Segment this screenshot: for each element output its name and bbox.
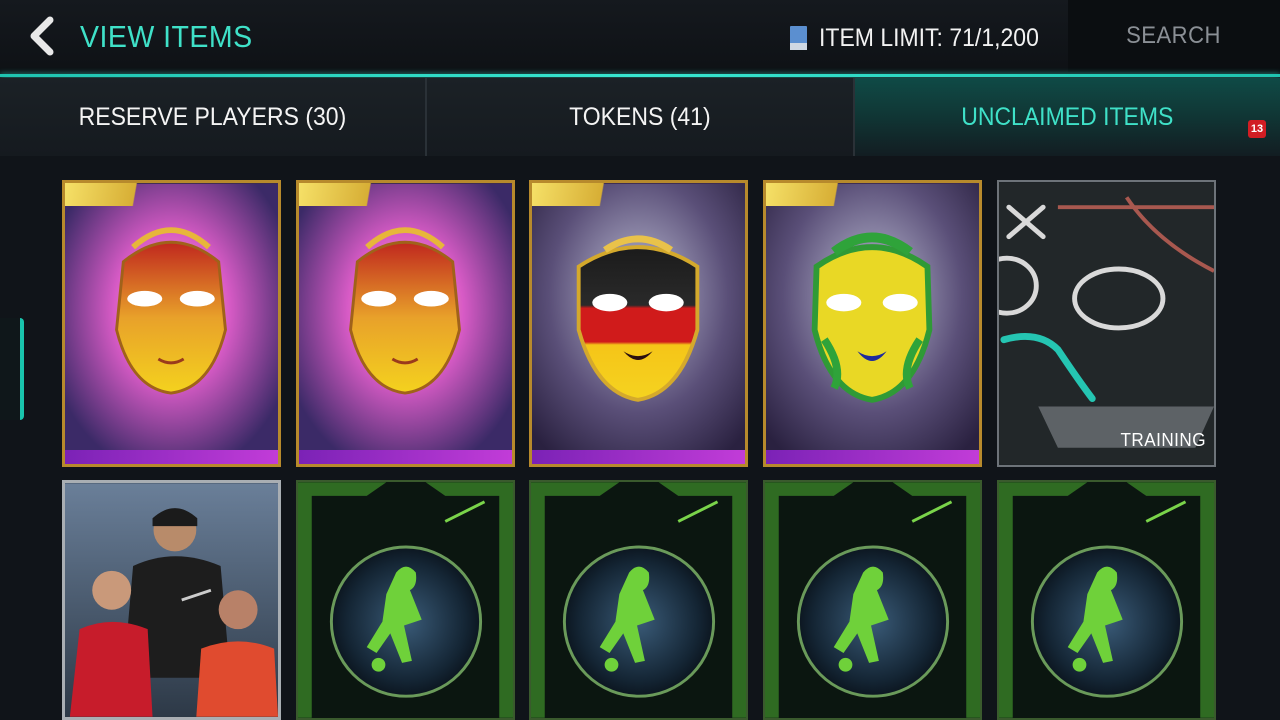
card-rarity-strip xyxy=(766,450,979,464)
card-rarity-strip xyxy=(65,450,278,464)
tab-tokens[interactable]: TOKENS (41) xyxy=(425,78,852,156)
item-card-training[interactable]: TRAINING xyxy=(997,180,1216,467)
item-limit: ITEM LIMIT: 71/1,200 xyxy=(790,21,1058,55)
page-title: VIEW ITEMS xyxy=(80,19,253,54)
player-silhouette-icon xyxy=(765,482,980,718)
header-divider xyxy=(0,74,1280,77)
card-rarity-strip xyxy=(299,450,512,464)
players-photo xyxy=(65,483,278,717)
item-card-green-token[interactable] xyxy=(296,480,515,720)
search-button-label: SEARCH xyxy=(1126,22,1222,49)
item-card-green-token[interactable] xyxy=(763,480,982,720)
card-stack-icon xyxy=(790,26,807,50)
notification-badge: 13 xyxy=(1247,120,1266,138)
item-card-mask[interactable] xyxy=(296,180,515,467)
tab-label: UNCLAIMED ITEMS xyxy=(961,102,1174,131)
tab-unclaimed-items[interactable]: UNCLAIMED ITEMS 13 xyxy=(852,78,1280,156)
back-button[interactable] xyxy=(22,14,62,58)
item-card-mask[interactable] xyxy=(62,180,281,467)
item-card-green-token[interactable] xyxy=(997,480,1216,720)
tactics-board-icon xyxy=(999,182,1214,465)
card-label: TRAINING xyxy=(1120,430,1206,450)
carnival-mask-icon xyxy=(532,183,745,464)
card-gold-corner xyxy=(532,183,649,206)
player-silhouette-icon xyxy=(298,482,513,718)
tab-reserve-players[interactable]: RESERVE PLAYERS (30) xyxy=(0,78,425,156)
card-gold-corner xyxy=(65,183,182,206)
side-drawer-handle[interactable] xyxy=(0,318,24,420)
top-bar: VIEW ITEMS ITEM LIMIT: 71/1,200 SEARCH xyxy=(0,0,1280,76)
carnival-mask-icon xyxy=(299,183,512,464)
card-gold-corner xyxy=(299,183,416,206)
item-card-green-token[interactable] xyxy=(529,480,748,720)
search-button[interactable]: SEARCH xyxy=(1068,0,1280,72)
player-silhouette-icon xyxy=(531,482,746,718)
chevron-left-icon xyxy=(30,16,54,56)
carnival-mask-icon xyxy=(65,183,278,464)
tab-bar: RESERVE PLAYERS (30) TOKENS (41) UNCLAIM… xyxy=(0,78,1280,156)
item-card-players[interactable] xyxy=(62,480,281,720)
item-card-mask[interactable] xyxy=(763,180,982,467)
card-gold-corner xyxy=(766,183,883,206)
item-limit-text: ITEM LIMIT: 71/1,200 xyxy=(819,23,1039,52)
tab-label: TOKENS (41) xyxy=(569,102,711,131)
carnival-mask-icon xyxy=(766,183,979,464)
player-silhouette-icon xyxy=(999,482,1214,718)
card-rarity-strip xyxy=(532,450,745,464)
tab-label: RESERVE PLAYERS (30) xyxy=(78,102,347,131)
item-card-mask[interactable] xyxy=(529,180,748,467)
